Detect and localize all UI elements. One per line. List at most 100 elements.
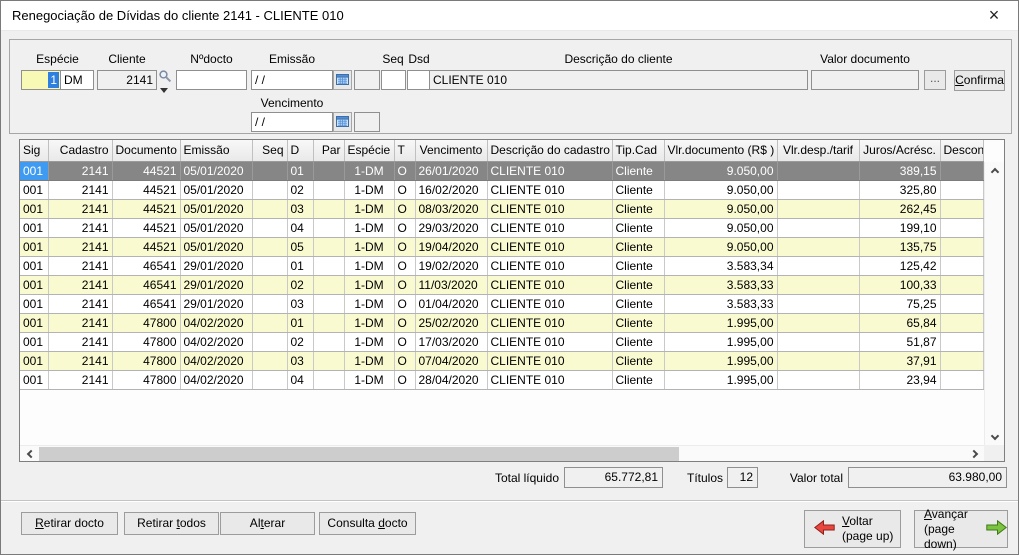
cell-descon (940, 313, 983, 332)
cell-documento: 46541 (112, 256, 180, 275)
table-row[interactable]: 00121414452105/01/2020021-DMO16/02/2020C… (20, 180, 983, 199)
column-header-par[interactable]: Par (313, 140, 344, 161)
cell-emissao: 05/01/2020 (180, 237, 252, 256)
especie-code-field[interactable]: 1 (21, 70, 61, 90)
close-icon[interactable]: × (978, 1, 1010, 30)
table-row[interactable]: 00121414780004/02/2020031-DMO07/04/2020C… (20, 351, 983, 370)
cell-vlr_desp_tarif (777, 199, 859, 218)
cell-especie: 1-DM (344, 275, 394, 294)
table-row[interactable]: 00121414780004/02/2020041-DMO28/04/2020C… (20, 370, 983, 389)
cell-juros_acresc: 100,33 (859, 275, 940, 294)
cell-especie: 1-DM (344, 351, 394, 370)
cell-d: 01 (287, 161, 313, 180)
calendar-icon (336, 115, 349, 130)
cell-seq (252, 313, 287, 332)
cell-vencimento: 17/03/2020 (415, 332, 487, 351)
column-header-seq[interactable]: Seq (252, 140, 287, 161)
column-header-tip_cad[interactable]: Tip.Cad (612, 140, 664, 161)
retirar-docto-button[interactable]: Retirar docto (21, 512, 118, 535)
cliente-field[interactable]: 2141 (97, 70, 157, 90)
table-row[interactable]: 00121414452105/01/2020011-DMO26/01/2020C… (20, 161, 983, 180)
cell-especie: 1-DM (344, 294, 394, 313)
cell-cadastro: 2141 (48, 199, 112, 218)
horizontal-scrollbar-thumb[interactable] (39, 447, 679, 461)
chevron-down-icon[interactable] (160, 88, 168, 93)
column-header-descon[interactable]: Descon (940, 140, 983, 161)
column-header-documento[interactable]: Documento (112, 140, 180, 161)
cell-documento: 44521 (112, 161, 180, 180)
cell-cadastro: 2141 (48, 313, 112, 332)
cell-vlr_documento: 3.583,34 (664, 256, 777, 275)
confirma-button[interactable]: Confirma (954, 70, 1005, 91)
cell-vencimento: 26/01/2020 (415, 161, 487, 180)
table-row[interactable]: 00121414780004/02/2020021-DMO17/03/2020C… (20, 332, 983, 351)
column-header-t[interactable]: T (394, 140, 415, 161)
cell-t: O (394, 275, 415, 294)
cell-tip_cad: Cliente (612, 161, 664, 180)
horizontal-scrollbar[interactable] (20, 445, 984, 461)
table-row[interactable]: 00121414654129/01/2020021-DMO11/03/2020C… (20, 275, 983, 294)
column-header-vencimento[interactable]: Vencimento (415, 140, 487, 161)
cell-descricao_cadastro: CLIENTE 010 (487, 161, 612, 180)
vencimento-field[interactable]: / / (251, 112, 333, 132)
column-header-especie[interactable]: Espécie (344, 140, 394, 161)
table-row[interactable]: 00121414654129/01/2020011-DMO19/02/2020C… (20, 256, 983, 275)
cell-seq (252, 370, 287, 389)
cell-descricao_cadastro: CLIENTE 010 (487, 313, 612, 332)
table-row[interactable]: 00121414452105/01/2020051-DMO19/04/2020C… (20, 237, 983, 256)
cell-vlr_documento: 1.995,00 (664, 351, 777, 370)
table-row[interactable]: 00121414452105/01/2020031-DMO08/03/2020C… (20, 199, 983, 218)
valor-documento-field[interactable] (811, 70, 919, 90)
cell-par (313, 199, 344, 218)
browse-button[interactable]: ... (924, 70, 946, 90)
cell-vlr_desp_tarif (777, 237, 859, 256)
seq-field[interactable] (381, 70, 406, 90)
column-header-descricao_cadastro[interactable]: Descrição do cadastro (487, 140, 612, 161)
scroll-left-button[interactable] (20, 446, 38, 462)
cell-seq (252, 332, 287, 351)
column-header-cadastro[interactable]: Cadastro (48, 140, 112, 161)
voltar-button[interactable]: Voltar (page up) (804, 510, 901, 548)
emissao-calendar-button[interactable] (333, 70, 352, 90)
column-header-vlr_desp_tarif[interactable]: Vlr.desp./tarif (777, 140, 859, 161)
cell-seq (252, 237, 287, 256)
cell-vlr_documento: 9.050,00 (664, 199, 777, 218)
scroll-down-button[interactable] (985, 429, 1005, 445)
table-row[interactable]: 00121414780004/02/2020011-DMO25/02/2020C… (20, 313, 983, 332)
column-header-d[interactable]: D (287, 140, 313, 161)
search-icon[interactable] (158, 69, 173, 84)
cell-par (313, 237, 344, 256)
emissao-field[interactable]: / / (251, 70, 333, 90)
scrollbar-corner (984, 445, 1004, 461)
cell-documento: 44521 (112, 199, 180, 218)
cell-d: 01 (287, 313, 313, 332)
cell-par (313, 351, 344, 370)
dsd-field[interactable] (407, 70, 430, 90)
alterar-button[interactable]: Alterar (220, 512, 315, 535)
descricao-cliente-field[interactable]: CLIENTE 010 (429, 70, 808, 90)
ndocto-field[interactable] (176, 70, 247, 90)
cell-juros_acresc: 199,10 (859, 218, 940, 237)
avancar-button[interactable]: Avançar (page down) (914, 510, 1008, 548)
scroll-up-button[interactable] (985, 162, 1005, 178)
cell-sig: 001 (20, 275, 48, 294)
chevron-down-icon (991, 431, 999, 439)
vencimento-calendar-button[interactable] (333, 112, 352, 132)
vertical-scrollbar[interactable] (984, 162, 1004, 445)
especie-code-value: 1 (48, 72, 59, 88)
table-row[interactable]: 00121414654129/01/2020031-DMO01/04/2020C… (20, 294, 983, 313)
especie-text-field[interactable]: DM (60, 70, 94, 90)
table-row[interactable]: 00121414452105/01/2020041-DMO29/03/2020C… (20, 218, 983, 237)
cell-descricao_cadastro: CLIENTE 010 (487, 256, 612, 275)
retirar-todos-button[interactable]: Retirar todos (124, 512, 219, 535)
cell-descon (940, 256, 983, 275)
column-header-sig[interactable]: Sig (20, 140, 48, 161)
column-header-juros_acresc[interactable]: Juros/Acrésc. (859, 140, 940, 161)
scroll-right-button[interactable] (966, 446, 984, 462)
consulta-docto-button[interactable]: Consulta docto (319, 512, 416, 535)
column-header-vlr_documento[interactable]: Vlr.documento (R$ ) (664, 140, 777, 161)
cell-emissao: 04/02/2020 (180, 313, 252, 332)
column-header-emissao[interactable]: Emissão (180, 140, 252, 161)
emissao-aux-field (354, 70, 380, 90)
cell-documento: 47800 (112, 332, 180, 351)
